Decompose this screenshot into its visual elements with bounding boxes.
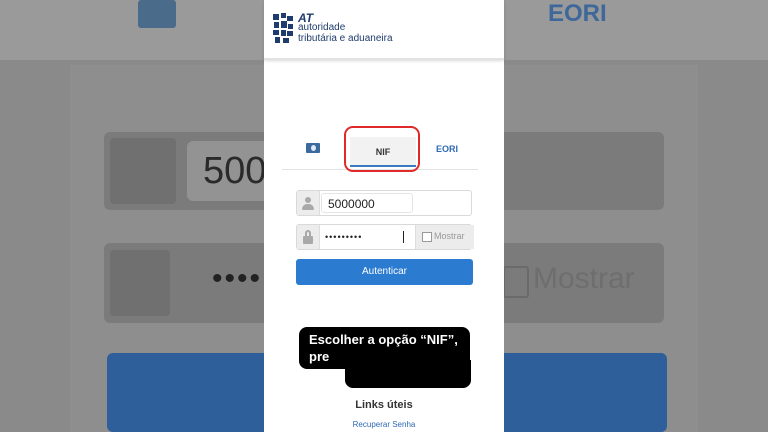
background-user-value: 500 (203, 150, 267, 192)
user-icon (297, 191, 320, 215)
nif-row: 5000000 (296, 190, 472, 216)
background-card-icon (138, 0, 176, 28)
site-header: AT autoridade tributária e aduaneira (264, 0, 504, 60)
text-caret (403, 231, 404, 243)
nif-input[interactable]: 5000000 (321, 193, 413, 213)
background-password-dots: •••• (212, 262, 263, 295)
at-logo-icon (272, 12, 294, 44)
recover-password-link[interactable]: Recuperar Senha (264, 420, 504, 429)
show-password-label: Mostrar (434, 231, 465, 241)
password-row: ••••••••• Mostrar (296, 224, 474, 250)
password-input[interactable]: ••••••••• (319, 226, 409, 248)
caption-text: Escolher a opção “NIF”, pre (309, 332, 458, 364)
background-user-icon (110, 138, 176, 204)
lock-icon (297, 225, 320, 249)
tab-eori[interactable]: EORI (436, 144, 458, 154)
logo-line1: autoridade (298, 22, 346, 33)
background-eori-label: EORI (548, 0, 607, 27)
background-lock-icon (110, 250, 170, 316)
show-password-toggle[interactable]: Mostrar (415, 225, 474, 249)
background-show-checkbox (503, 266, 529, 298)
authenticate-button[interactable]: Autenticar (296, 259, 473, 285)
tab-citizen-card-icon[interactable] (306, 143, 320, 153)
useful-links-title: Links úteis (355, 399, 413, 411)
nif-highlight-outline (344, 126, 420, 172)
show-password-checkbox[interactable] (422, 232, 432, 242)
logo-line2: tributária e aduaneira (298, 33, 393, 44)
background-show-label: Mostrar (533, 262, 635, 295)
